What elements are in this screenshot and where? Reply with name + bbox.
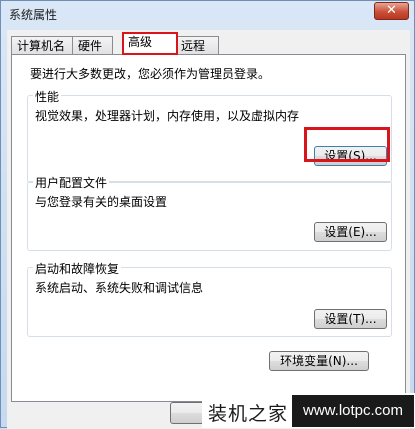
startup-recovery-settings-button[interactable]: 设置(T)... — [314, 309, 387, 329]
user-profiles-group: 用户配置文件 与您登录有关的桌面设置 设置(E)... — [27, 174, 392, 251]
window-title: 系统属性 — [9, 8, 58, 22]
user-profiles-description: 与您登录有关的桌面设置 — [35, 195, 168, 209]
tab-advanced[interactable]: 高级 — [122, 32, 178, 55]
tab-remote[interactable]: 远程 — [175, 36, 219, 54]
settings-button-highlight — [304, 127, 390, 162]
watermark-logo: 装机之家 — [208, 403, 289, 425]
startup-recovery-description: 系统启动、系统失败和调试信息 — [35, 281, 204, 295]
watermark: 装机之家 www.lotpc.com — [202, 393, 415, 428]
user-profiles-settings-button[interactable]: 设置(E)... — [314, 222, 387, 242]
performance-group-title: 性能 — [33, 88, 62, 105]
startup-recovery-group: 启动和故障恢复 系统启动、系统失败和调试信息 设置(T)... — [27, 260, 392, 337]
environment-variables-button[interactable]: 环境变量(N)... — [269, 351, 369, 371]
admin-note: 要进行大多数更改，您必须作为管理员登录。 — [30, 67, 271, 81]
startup-recovery-group-title: 启动和故障恢复 — [33, 260, 122, 277]
system-properties-window: 系统属性 ✕ 计算机名 硬件 高级 远程 要进行大多数更改，您必须作为管理员登录… — [0, 0, 415, 429]
close-button[interactable]: ✕ — [374, 2, 409, 20]
user-profiles-group-title: 用户配置文件 — [33, 174, 110, 191]
tab-computer-name[interactable]: 计算机名 — [11, 36, 73, 54]
tab-hardware[interactable]: 硬件 — [72, 36, 113, 54]
watermark-url: www.lotpc.com — [292, 395, 414, 427]
dialog-client-area: 计算机名 硬件 高级 远程 要进行大多数更改，您必须作为管理员登录。 性能 视觉… — [7, 30, 410, 429]
advanced-tab-panel: 要进行大多数更改，您必须作为管理员登录。 性能 视觉效果，处理器计划，内存使用，… — [11, 54, 406, 402]
performance-description: 视觉效果，处理器计划，内存使用，以及虚拟内存 — [35, 109, 300, 123]
